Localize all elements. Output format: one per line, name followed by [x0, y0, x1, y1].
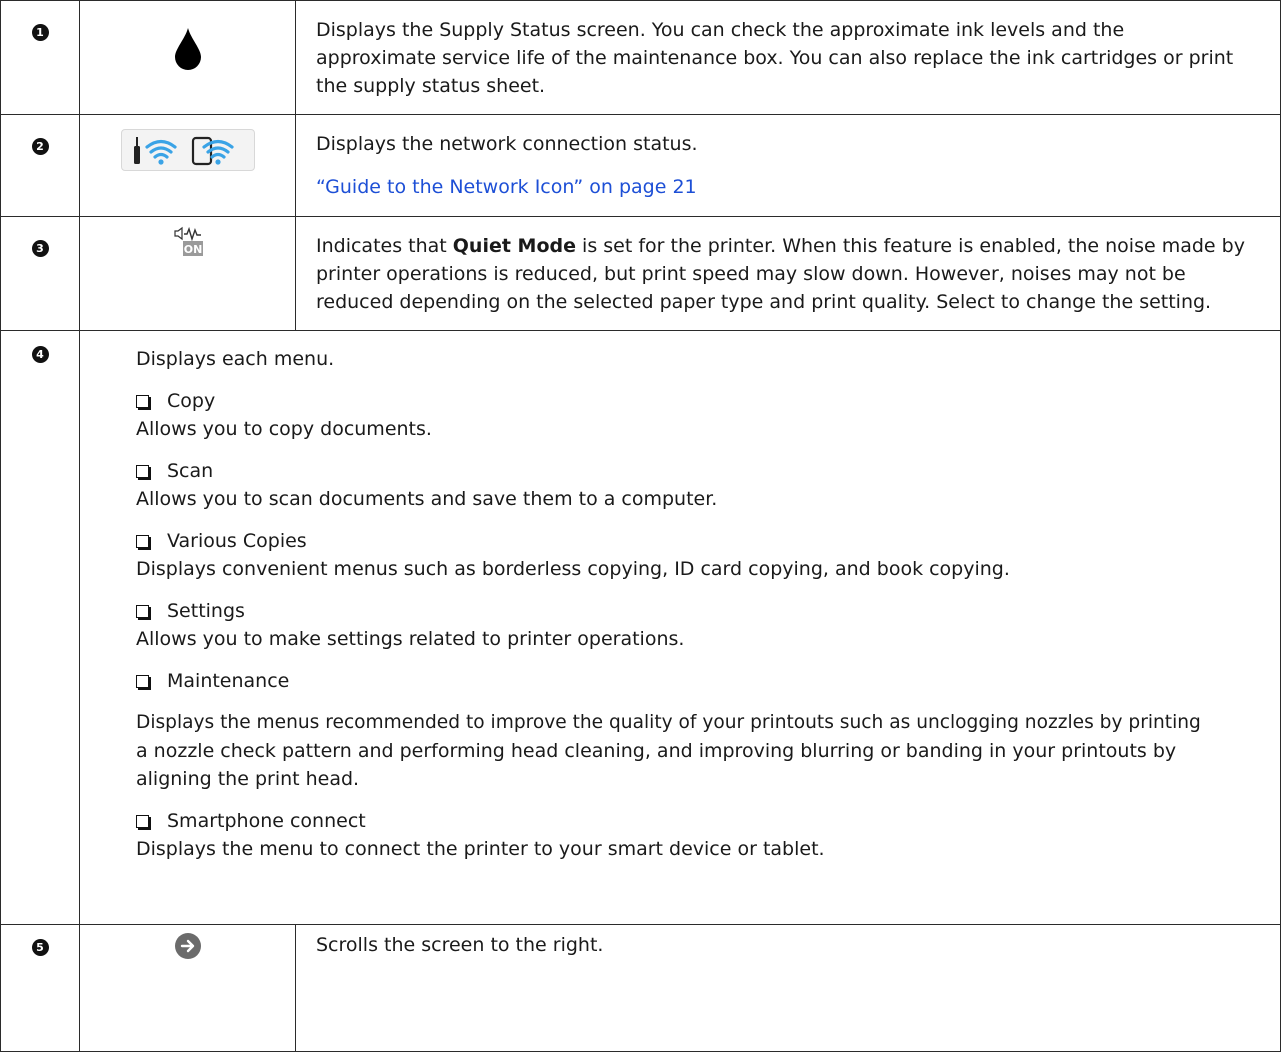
- description-text: Indicates that: [316, 235, 453, 257]
- menu-item-description: Displays the menu to connect the printer…: [136, 838, 825, 860]
- circled-number-4: 4: [31, 346, 49, 363]
- description-text: is set for the printer. When this featur…: [576, 235, 1245, 257]
- menu-item-title: Smartphone connect: [167, 810, 366, 832]
- arrow-right-icon: [173, 931, 203, 969]
- icon-cell: [79, 0, 296, 115]
- menu-item-description: Allows you to make settings related to p…: [136, 628, 685, 650]
- network-status-icon: [120, 129, 255, 171]
- description-line: Indicates that Quiet Mode is set for the…: [316, 232, 1260, 260]
- menu-item-various-copies: Various Copies: [136, 527, 1260, 555]
- circled-number-5: 5: [31, 939, 49, 956]
- menu-item-title: Scan: [167, 460, 214, 482]
- checkbox-bullet-icon: [136, 534, 149, 548]
- checkbox-bullet-icon: [136, 464, 149, 478]
- menu-item-description: Allows you to copy documents.: [136, 418, 432, 440]
- description-line: approximate service life of the maintena…: [316, 47, 1234, 69]
- menu-description-cell: Displays each menu. Copy Allows you to c…: [79, 330, 1281, 925]
- menu-item-settings: Settings: [136, 597, 1260, 625]
- row-number-cell: 5: [0, 924, 80, 1052]
- row-number-cell: 3: [0, 216, 80, 331]
- checkbox-bullet-icon: [136, 674, 149, 688]
- menu-item-description: Displays the menus recommended to improv…: [136, 709, 1260, 793]
- description-line: aligning the print head.: [136, 768, 360, 790]
- row-number-cell: 1: [0, 0, 80, 115]
- circled-number-3: 3: [31, 240, 49, 257]
- description-line: Displays the network connection status.: [316, 133, 698, 155]
- table-row: 4 Displays each menu. Copy Allows you to…: [0, 330, 1281, 925]
- table-row: 2 Displays the network connection status…: [0, 114, 1281, 217]
- row-number-cell: 4: [0, 330, 80, 925]
- control-panel-guide-table: 1 Displays the Supply Status screen. You…: [0, 0, 1281, 1052]
- menu-item-scan: Scan: [136, 457, 1260, 485]
- circled-number-2: 2: [31, 138, 49, 155]
- circled-number-1: 1: [31, 24, 49, 41]
- menu-item-description: Allows you to scan documents and save th…: [136, 488, 718, 510]
- quiet-mode-icon-label: ON: [183, 243, 202, 256]
- menu-item-smartphone-connect: Smartphone connect: [136, 807, 1260, 835]
- menu-item-maintenance: Maintenance: [136, 667, 1260, 695]
- menu-intro: Displays each menu.: [136, 348, 335, 370]
- description-line: reduced depending on the selected paper …: [316, 291, 1212, 313]
- description-line: Scrolls the screen to the right.: [316, 934, 604, 956]
- icon-cell: ON: [79, 216, 296, 331]
- description-line: Displays the menus recommended to improv…: [136, 712, 1201, 733]
- description-cell: Scrolls the screen to the right.: [295, 924, 1281, 1052]
- icon-cell: [79, 114, 296, 217]
- description-cell: Displays the Supply Status screen. You c…: [295, 0, 1281, 115]
- checkbox-bullet-icon: [136, 604, 149, 618]
- description-line: a nozzle check pattern and performing he…: [136, 740, 1177, 762]
- description-line: Displays the Supply Status screen. You c…: [316, 19, 1125, 41]
- table-row: 5 Scrolls the screen to the right.: [0, 924, 1281, 1052]
- checkbox-bullet-icon: [136, 394, 149, 408]
- ink-drop-icon: [173, 27, 203, 79]
- network-icon-guide-link[interactable]: “Guide to the Network Icon” on page 21: [316, 176, 697, 198]
- quiet-mode-term: Quiet Mode: [452, 235, 577, 257]
- menu-item-copy: Copy: [136, 387, 1260, 415]
- row-number-cell: 2: [0, 114, 80, 217]
- menu-item-title: Copy: [167, 390, 216, 412]
- icon-cell: [79, 924, 296, 1052]
- table-row: 1 Displays the Supply Status screen. You…: [0, 0, 1281, 115]
- quiet-mode-icon: ON: [171, 226, 205, 266]
- menu-item-description: Displays convenient menus such as border…: [136, 558, 1010, 580]
- description-cell: Displays the network connection status. …: [295, 114, 1281, 217]
- description-cell: Indicates that Quiet Mode is set for the…: [295, 216, 1281, 331]
- description-line: the supply status sheet.: [316, 75, 546, 97]
- description-line: printer operations is reduced, but print…: [316, 263, 1186, 285]
- menu-item-title: Various Copies: [167, 530, 307, 552]
- menu-item-title: Maintenance: [167, 670, 290, 692]
- table-row: 3 ON Indicates that Quiet Mode is set fo…: [0, 216, 1281, 331]
- menu-item-title: Settings: [167, 600, 245, 622]
- checkbox-bullet-icon: [136, 814, 149, 828]
